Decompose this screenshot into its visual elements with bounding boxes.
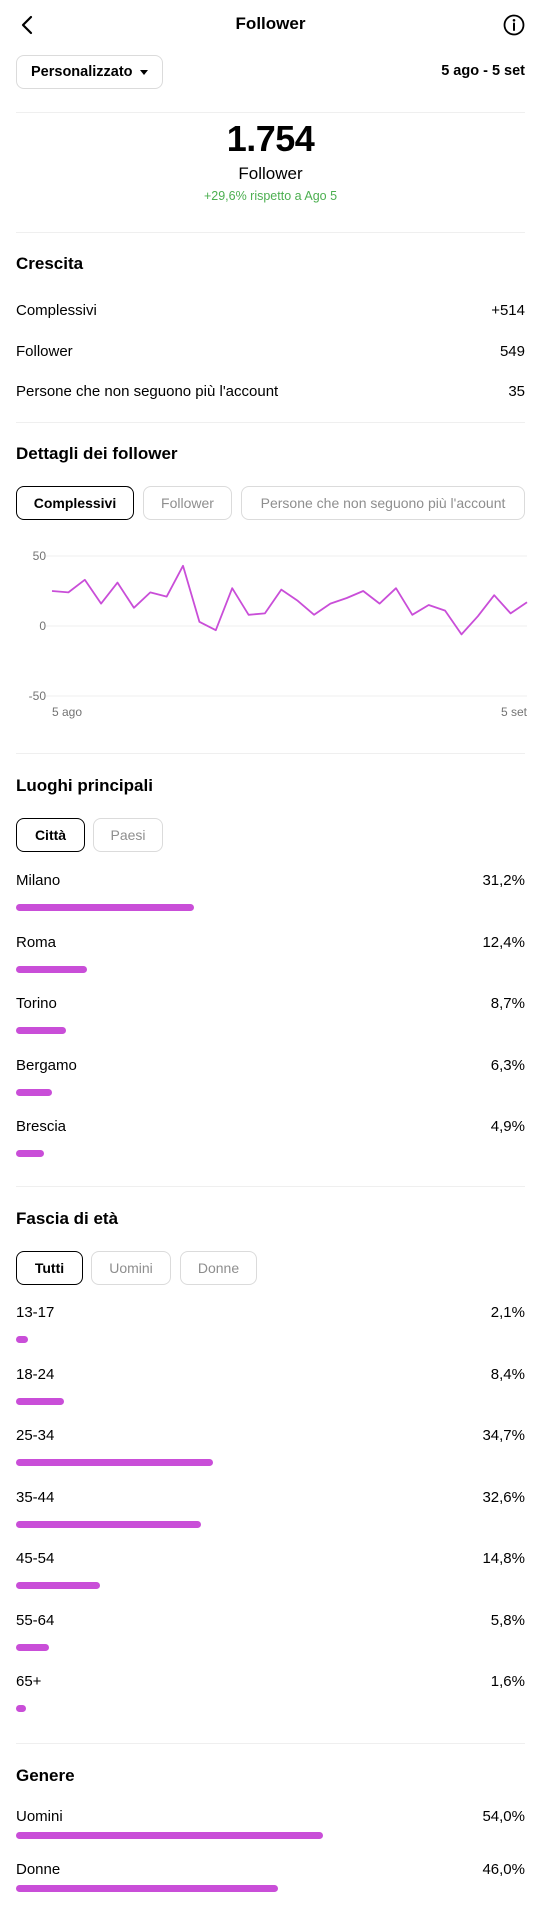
age-title: Fascia di età [16,1209,119,1228]
age-bar [16,1336,28,1343]
follower-line-chart: 50 0 -50 5 ago 5 set [29,549,528,719]
locations-bar [16,904,194,911]
gender-bar [16,1885,278,1892]
age-bar [16,1459,213,1466]
range-dropdown-label: Personalizzato [31,64,133,80]
gender-title: Genere [16,1766,75,1785]
chart-series-line [51,564,528,636]
chart-y-tick-label: -50 [29,689,47,703]
gender-bar [16,1832,323,1839]
locations-row-value: 4,9% [490,1118,525,1135]
chart-x-label: 5 ago [52,705,82,719]
gender-row-label: Donne [16,1861,61,1878]
growth-row-value: +514 [491,302,525,319]
age-bar [16,1520,201,1528]
divider [16,112,525,113]
growth-row-value: 549 [499,343,525,360]
info-icon[interactable] [502,13,526,37]
locations-bar [16,1150,44,1157]
chart-y-tick-label: 0 [39,619,46,633]
growth-title: Crescita [16,254,84,273]
locations-row-value: 8,7% [490,995,525,1012]
follower-total: 1.754 [226,118,315,159]
tab-follower[interactable]: Follower [143,486,232,520]
locations-row-label: Bergamo [16,1056,77,1074]
divider [16,1186,525,1187]
age-row-value: 34,7% [482,1427,525,1444]
locations-row-value: 31,2% [482,872,525,889]
locations-row-value: 12,4% [482,933,525,951]
locations-bar [16,965,87,973]
locations-row-value: 6,3% [490,1056,525,1074]
age-row-value: 1,6% [490,1673,525,1690]
age-bar [16,1643,49,1651]
locations-bar [16,1088,52,1096]
divider [16,753,525,754]
locations-row-label: Brescia [16,1118,67,1135]
range-dropdown[interactable]: Personalizzato [16,55,163,89]
tab-paesi[interactable]: Paesi [93,818,163,852]
age-row-value: 14,8% [482,1550,525,1567]
age-bar [16,1397,64,1405]
chart-x-label: 5 set [501,705,528,719]
date-range: 5 ago - 5 set [441,63,525,79]
age-row-label: 35-44 [16,1488,55,1506]
growth-row-label: Follower [16,343,73,360]
divider [16,232,525,233]
follower-total-label: Follower [238,164,303,183]
chart-y-tick-label: 50 [33,549,47,563]
locations-row-label: Milano [16,872,61,889]
growth-row-label: Complessivi [16,302,97,319]
age-row-label: 55-64 [16,1611,55,1629]
locations-bar [16,1027,66,1034]
tab-unfollowers[interactable]: Persone che non seguono più l'account [241,486,525,520]
age-bar [16,1582,100,1589]
follower-delta: +29,6% rispetto a Ago 5 [203,189,338,203]
page-title: Follower [235,14,306,33]
divider [16,1743,525,1744]
age-bar [16,1705,26,1712]
age-row-value: 2,1% [490,1304,525,1321]
age-row-label: 13-17 [16,1304,55,1321]
age-row-label: 65+ [16,1673,42,1690]
details-title: Dettagli dei follower [16,444,178,463]
age-row-label: 18-24 [16,1365,55,1383]
divider [16,422,525,423]
tab-complessivi[interactable]: Complessivi [16,486,134,520]
tab-tutti[interactable]: Tutti [16,1251,83,1285]
age-row-value: 32,6% [482,1488,525,1506]
locations-title: Luoghi principali [16,776,153,795]
tab-donne[interactable]: Donne [180,1251,257,1285]
gender-row-value: 46,0% [482,1861,525,1878]
tab-citta[interactable]: Città [16,818,85,852]
growth-row-label: Persone che non seguono più l'account [16,383,279,400]
growth-row-value: 35 [508,383,525,400]
locations-row-label: Roma [16,933,57,951]
tab-uomini[interactable]: Uomini [91,1251,171,1285]
age-row-label: 45-54 [16,1550,55,1567]
locations-row-label: Torino [16,995,57,1012]
age-row-label: 25-34 [16,1427,55,1444]
age-row-value: 8,4% [490,1365,525,1383]
gender-row-label: Uomini [16,1808,63,1825]
caret-down-icon [140,70,148,75]
gender-row-value: 54,0% [482,1808,525,1825]
header: Follower [0,0,541,50]
age-row-value: 5,8% [490,1611,525,1629]
